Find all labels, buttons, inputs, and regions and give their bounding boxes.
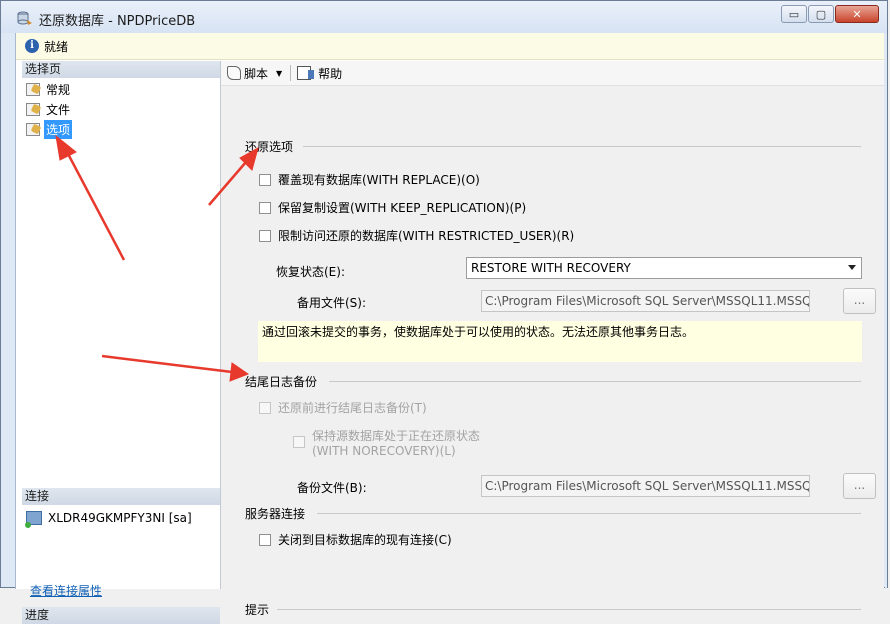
database-restore-icon <box>17 11 32 25</box>
window-right-edge <box>885 33 887 589</box>
script-button[interactable]: 脚本 ▼ <box>227 65 282 82</box>
window-title: 还原数据库 - NPDPriceDB <box>39 14 196 29</box>
restricted-user-checkbox[interactable] <box>259 229 271 242</box>
tail-log-backup-checkbox <box>259 401 271 414</box>
tail-log-backup-option: 还原前进行结尾日志备份(T) <box>259 399 427 416</box>
options-page: 脚本 ▼ 帮助 还原选项 覆盖现有数据库(WITH REPLACE)(O) 保留… <box>221 61 884 617</box>
recovery-description: 通过回滚未提交的事务，使数据库处于可以使用的状态。无法还原其他事务日志。 <box>258 321 862 362</box>
help-label: 帮助 <box>318 66 343 81</box>
status-bar: i 就绪 <box>16 33 884 60</box>
chevron-down-icon <box>848 265 856 270</box>
keep-replication-checkbox[interactable] <box>259 201 271 214</box>
left-pane: 选择页 常规 文件 选项 连接 XLDR49GKMPFY3NI [sa] 查看连… <box>22 61 221 624</box>
toolbar-separator <box>290 65 292 81</box>
toolbar: 脚本 ▼ 帮助 <box>221 61 884 86</box>
page-item-label: 常规 <box>46 82 71 97</box>
help-button[interactable]: 帮助 <box>297 65 342 82</box>
connection-header: 连接 <box>22 488 220 505</box>
page-item-general[interactable]: 常规 <box>26 80 72 98</box>
chevron-down-icon[interactable]: ▼ <box>276 69 282 78</box>
group-divider <box>277 609 861 610</box>
norecovery-option: 保持源数据库处于正在还原状态 (WITH NORECOVERY)(L) <box>293 427 480 458</box>
backup-file-value: C:\Program Files\Microsoft SQL Server\MS… <box>485 479 810 493</box>
page-item-label: 选项 <box>44 119 73 139</box>
server-connections-title: 服务器连接 <box>245 507 306 521</box>
title-bar[interactable]: 还原数据库 - NPDPriceDB ▭ ▢ ✕ <box>1 1 887 33</box>
standby-file-value: C:\Program Files\Microsoft SQL Server\MS… <box>485 294 810 308</box>
group-divider <box>317 513 861 514</box>
window-controls: ▭ ▢ ✕ <box>780 5 879 25</box>
norecovery-label: 保持源数据库处于正在还原状态 (WITH NORECOVERY)(L) <box>312 427 480 458</box>
group-divider <box>329 381 861 382</box>
close-button[interactable]: ✕ <box>835 5 879 23</box>
page-item-options[interactable]: 选项 <box>26 119 73 139</box>
option-label: 覆盖现有数据库(WITH REPLACE)(O) <box>278 173 480 187</box>
tail-log-title: 结尾日志备份 <box>245 375 318 389</box>
backup-file-label: 备份文件(B): <box>297 481 367 495</box>
norecovery-line-2: (WITH NORECOVERY)(L) <box>312 444 456 458</box>
norecovery-checkbox <box>293 436 305 448</box>
close-connections-option[interactable]: 关闭到目标数据库的现有连接(C) <box>259 531 452 548</box>
close-icon: ✕ <box>852 7 862 21</box>
standby-file-field: C:\Program Files\Microsoft SQL Server\MS… <box>481 290 810 312</box>
restore-options-title: 还原选项 <box>245 140 294 154</box>
recovery-state-label: 恢复状态(E): <box>276 265 345 279</box>
backup-file-field: C:\Program Files\Microsoft SQL Server\MS… <box>481 475 810 497</box>
standby-file-label: 备用文件(S): <box>297 296 367 310</box>
dialog-client-area: i 就绪 选择页 常规 文件 选项 连接 XLDR49GKMPFY3NI [sa… <box>15 33 884 624</box>
page-wrench-icon <box>26 82 40 96</box>
maximize-button[interactable]: ▢ <box>808 5 834 23</box>
minimize-button[interactable]: ▭ <box>781 5 807 23</box>
view-connection-properties-link[interactable]: 查看连接属性 <box>30 582 102 599</box>
script-label: 脚本 <box>244 66 269 81</box>
page-item-files[interactable]: 文件 <box>26 100 72 118</box>
with-replace-option[interactable]: 覆盖现有数据库(WITH REPLACE)(O) <box>259 171 480 188</box>
close-connections-checkbox[interactable] <box>259 533 271 546</box>
server-icon <box>25 511 42 528</box>
recovery-state-select[interactable]: RESTORE WITH RECOVERY <box>466 257 862 279</box>
select-page-header: 选择页 <box>22 61 220 78</box>
page-item-label: 文件 <box>46 102 71 117</box>
option-label: 保留复制设置(WITH KEEP_REPLICATION)(P) <box>278 201 527 215</box>
option-label: 关闭到目标数据库的现有连接(C) <box>278 533 452 547</box>
connection-server-name: XLDR49GKMPFY3NI [sa] <box>48 511 192 525</box>
progress-header: 进度 <box>22 607 220 624</box>
option-label: 还原前进行结尾日志备份(T) <box>278 401 427 415</box>
info-icon: i <box>25 39 39 53</box>
page-wrench-icon <box>26 122 40 136</box>
option-label: 限制访问还原的数据库(WITH RESTRICTED_USER)(R) <box>278 229 575 243</box>
restricted-user-option[interactable]: 限制访问还原的数据库(WITH RESTRICTED_USER)(R) <box>259 227 574 244</box>
script-icon <box>227 66 241 80</box>
status-text: 就绪 <box>44 39 69 54</box>
group-divider <box>303 146 861 147</box>
help-icon <box>297 66 315 80</box>
recovery-state-value: RESTORE WITH RECOVERY <box>471 261 631 275</box>
norecovery-line-1: 保持源数据库处于正在还原状态 <box>312 429 481 443</box>
prompt-title: 提示 <box>245 603 270 617</box>
standby-browse-button: ... <box>843 288 876 314</box>
page-wrench-icon <box>26 102 40 116</box>
minimize-icon: ▭ <box>788 7 800 21</box>
with-replace-checkbox[interactable] <box>259 173 271 186</box>
maximize-icon: ▢ <box>815 7 827 21</box>
connection-item: XLDR49GKMPFY3NI [sa] <box>25 511 192 528</box>
restore-database-window: 还原数据库 - NPDPriceDB ▭ ▢ ✕ i 就绪 选择页 常规 文件 … <box>0 0 888 624</box>
keep-replication-option[interactable]: 保留复制设置(WITH KEEP_REPLICATION)(P) <box>259 199 526 216</box>
recovery-description-text: 通过回滚未提交的事务，使数据库处于可以使用的状态。无法还原其他事务日志。 <box>262 325 695 339</box>
backup-browse-button: ... <box>843 473 876 499</box>
